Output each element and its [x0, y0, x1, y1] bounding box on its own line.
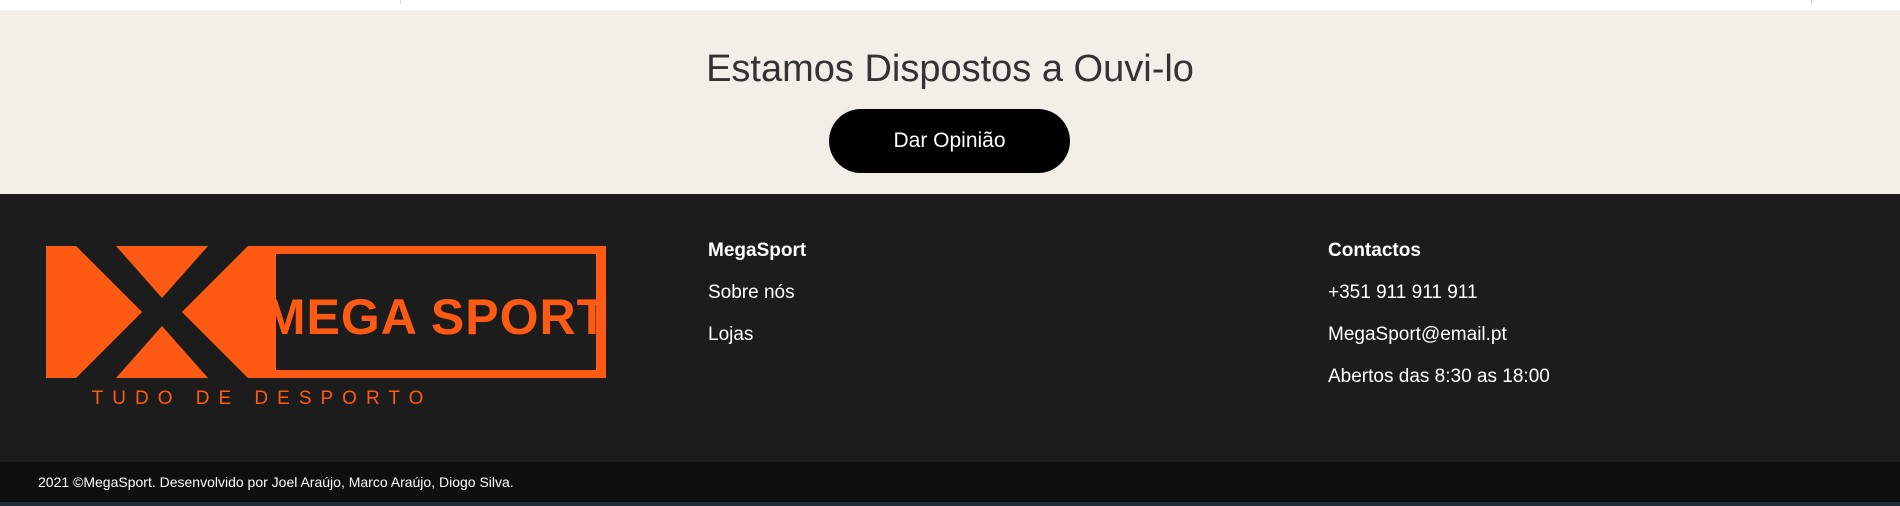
contact-email: MegaSport@email.pt — [1328, 324, 1507, 345]
footer-link-about[interactable]: Sobre nós — [708, 282, 806, 304]
footer-column-megasport: MegaSport Sobre nós Lojas — [708, 240, 806, 366]
copyright-text: 2021 ©MegaSport. Desenvolvido por Joel A… — [38, 474, 514, 490]
give-feedback-button[interactable]: Dar Opinião — [829, 109, 1070, 173]
footer-link-stores[interactable]: Lojas — [708, 324, 806, 346]
feedback-section: Estamos Dispostos a Ouvi-lo Dar Opinião — [0, 10, 1900, 194]
site-footer: MEGA SPORT TUDO DE DESPORTO MegaSport So… — [0, 194, 1900, 462]
contact-phone: +351 911 911 911 — [1328, 282, 1478, 303]
footer-column-contacts: Contactos +351 911 911 911 MegaSport@ema… — [1328, 240, 1550, 408]
top-strip — [0, 0, 1900, 10]
copyright-bar: 2021 ©MegaSport. Desenvolvido por Joel A… — [0, 462, 1900, 502]
logo-title: MEGA SPORT — [264, 289, 606, 345]
megasport-logo: MEGA SPORT TUDO DE DESPORTO — [46, 246, 606, 408]
divider — [1811, 0, 1812, 3]
opening-hours: Abertos das 8:30 as 18:00 — [1328, 366, 1550, 387]
feedback-title: Estamos Dispostos a Ouvi-lo — [706, 48, 1194, 90]
footer-heading-contacts: Contactos — [1328, 240, 1421, 261]
footer-heading-megasport: MegaSport — [708, 240, 807, 261]
logo-tagline: TUDO DE DESPORTO — [92, 388, 433, 408]
divider — [400, 0, 401, 4]
bottom-edge — [0, 502, 1900, 506]
